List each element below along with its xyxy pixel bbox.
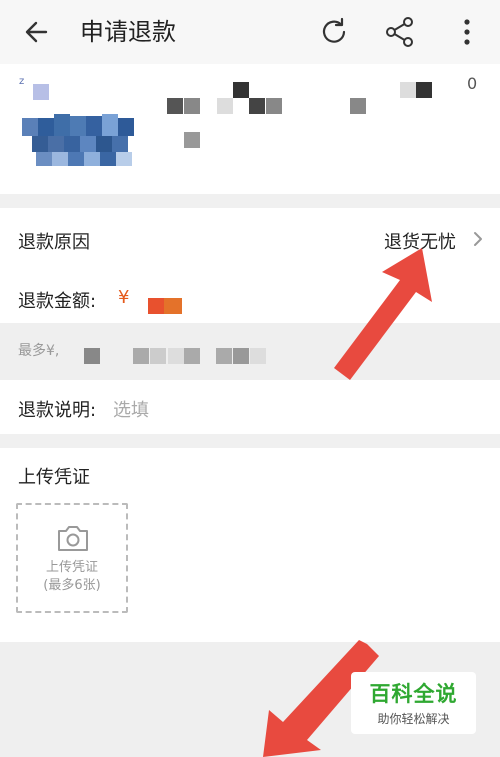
hint-blur xyxy=(250,348,266,364)
divider xyxy=(0,434,500,448)
back-arrow-icon[interactable] xyxy=(20,16,56,48)
camera-icon xyxy=(58,526,88,551)
hint-blur xyxy=(150,348,166,364)
blur-block xyxy=(217,98,233,114)
amount-blur xyxy=(148,298,164,314)
refund-amount-label: 退款金额: xyxy=(18,291,97,312)
watermark-title: 百科全说 xyxy=(369,682,458,706)
watermark-subtitle: 助你轻松解决 xyxy=(377,712,450,726)
blur-block xyxy=(249,98,265,114)
blur-block xyxy=(416,82,432,98)
top-bar: 申请退款 xyxy=(0,0,500,64)
hint-blur xyxy=(233,348,249,364)
product-summary[interactable]: z 0 xyxy=(0,64,500,194)
blur-block xyxy=(184,98,200,114)
more-vertical-icon[interactable] xyxy=(449,14,485,50)
upload-proof-button[interactable]: 上传凭证 (最多6张) xyxy=(16,503,128,613)
share-icon[interactable] xyxy=(382,14,418,50)
upload-button-label: 上传凭证 xyxy=(45,560,98,575)
page-title: 申请退款 xyxy=(80,18,176,46)
watermark-logo: 百科全说 助你轻松解决 xyxy=(351,672,476,734)
blur-block xyxy=(33,84,49,100)
refund-explain-label-text: 退款说明: xyxy=(18,400,97,421)
hint-blur xyxy=(133,348,149,364)
blur-block xyxy=(350,98,366,114)
upload-button-limit: (最多6张) xyxy=(43,578,101,593)
chevron-right-icon xyxy=(474,232,482,246)
blur-block xyxy=(400,82,416,98)
hint-blur xyxy=(84,348,100,364)
upload-section-title: 上传凭证 xyxy=(18,467,90,488)
hint-blur xyxy=(184,348,200,364)
refund-explain-input[interactable]: 选填 xyxy=(113,396,149,422)
blur-block xyxy=(233,82,249,98)
annotation-arrow-up-icon xyxy=(334,248,432,380)
blur-block xyxy=(266,98,282,114)
blur-block xyxy=(167,98,183,114)
currency-symbol: ¥ xyxy=(118,287,130,308)
amount-blur xyxy=(164,298,182,314)
product-thumbnail xyxy=(22,114,134,166)
refund-explain-label: 退款说明: xyxy=(18,396,96,422)
max-amount-hint: 最多¥, xyxy=(18,343,60,359)
hint-blur xyxy=(168,348,184,364)
refresh-icon[interactable] xyxy=(316,14,352,50)
divider xyxy=(0,194,500,208)
corner-mark: z xyxy=(19,76,25,87)
blur-block xyxy=(184,132,200,148)
corner-char: 0 xyxy=(467,74,478,93)
hint-blur xyxy=(216,348,232,364)
